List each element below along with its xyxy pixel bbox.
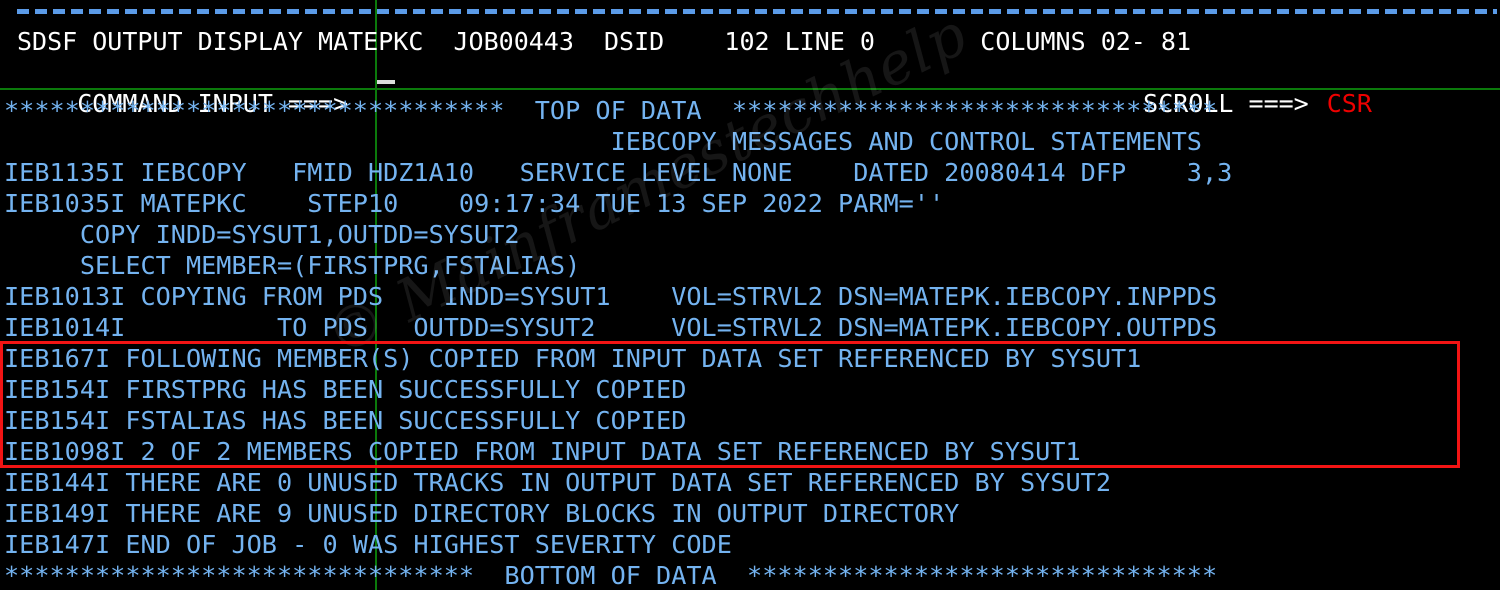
output-line-ieb1035i: IEB1035I MATEPKC STEP10 09:17:34 TUE 13 … <box>4 189 945 218</box>
output-line-copy-stmt: COPY INDD=SYSUT1,OUTDD=SYSUT2 <box>4 220 520 249</box>
output-line-select-stmt: SELECT MEMBER=(FIRSTPRG,FSTALIAS) <box>4 251 581 280</box>
output-line-ieb167i: IEB167I FOLLOWING MEMBER(S) COPIED FROM … <box>4 344 1142 373</box>
text-cursor <box>377 80 395 84</box>
output-line-ieb144i: IEB144I THERE ARE 0 UNUSED TRACKS IN OUT… <box>4 468 1111 497</box>
command-line-row: COMMAND INPUT ===> SCROLL ===> CSR <box>0 57 1500 118</box>
output-line-ieb149i: IEB149I THERE ARE 9 UNUSED DIRECTORY BLO… <box>4 499 960 528</box>
top-dashed-rule <box>17 9 1497 14</box>
panel-title-line: SDSF OUTPUT DISPLAY MATEPKC JOB00443 DSI… <box>17 27 1191 56</box>
output-line-ieb147i: IEB147I END OF JOB - 0 WAS HIGHEST SEVER… <box>4 530 732 559</box>
output-line-ieb1013i: IEB1013I COPYING FROM PDS INDD=SYSUT1 VO… <box>4 282 1218 311</box>
output-line-top-of-data: ********************************* TOP OF… <box>4 96 1218 125</box>
output-line-ieb154i-a: IEB154I FIRSTPRG HAS BEEN SUCCESSFULLY C… <box>4 375 687 404</box>
output-line-ieb1135i: IEB1135I IEBCOPY FMID HDZ1A10 SERVICE LE… <box>4 158 1233 187</box>
output-line-ieb1014i: IEB1014I TO PDS OUTDD=SYSUT2 VOL=STRVL2 … <box>4 313 1218 342</box>
output-line-bottom-of-data: ******************************* BOTTOM O… <box>4 561 1218 590</box>
output-line-ieb1098i: IEB1098I 2 OF 2 MEMBERS COPIED FROM INPU… <box>4 437 1081 466</box>
output-line-ieb154i-b: IEB154I FSTALIAS HAS BEEN SUCCESSFULLY C… <box>4 406 687 435</box>
sdsf-terminal-screen: © Mainframestechhelp SDSF OUTPUT DISPLAY… <box>0 0 1500 590</box>
output-line-subtitle: IEBCOPY MESSAGES AND CONTROL STATEMENTS <box>4 127 1202 156</box>
